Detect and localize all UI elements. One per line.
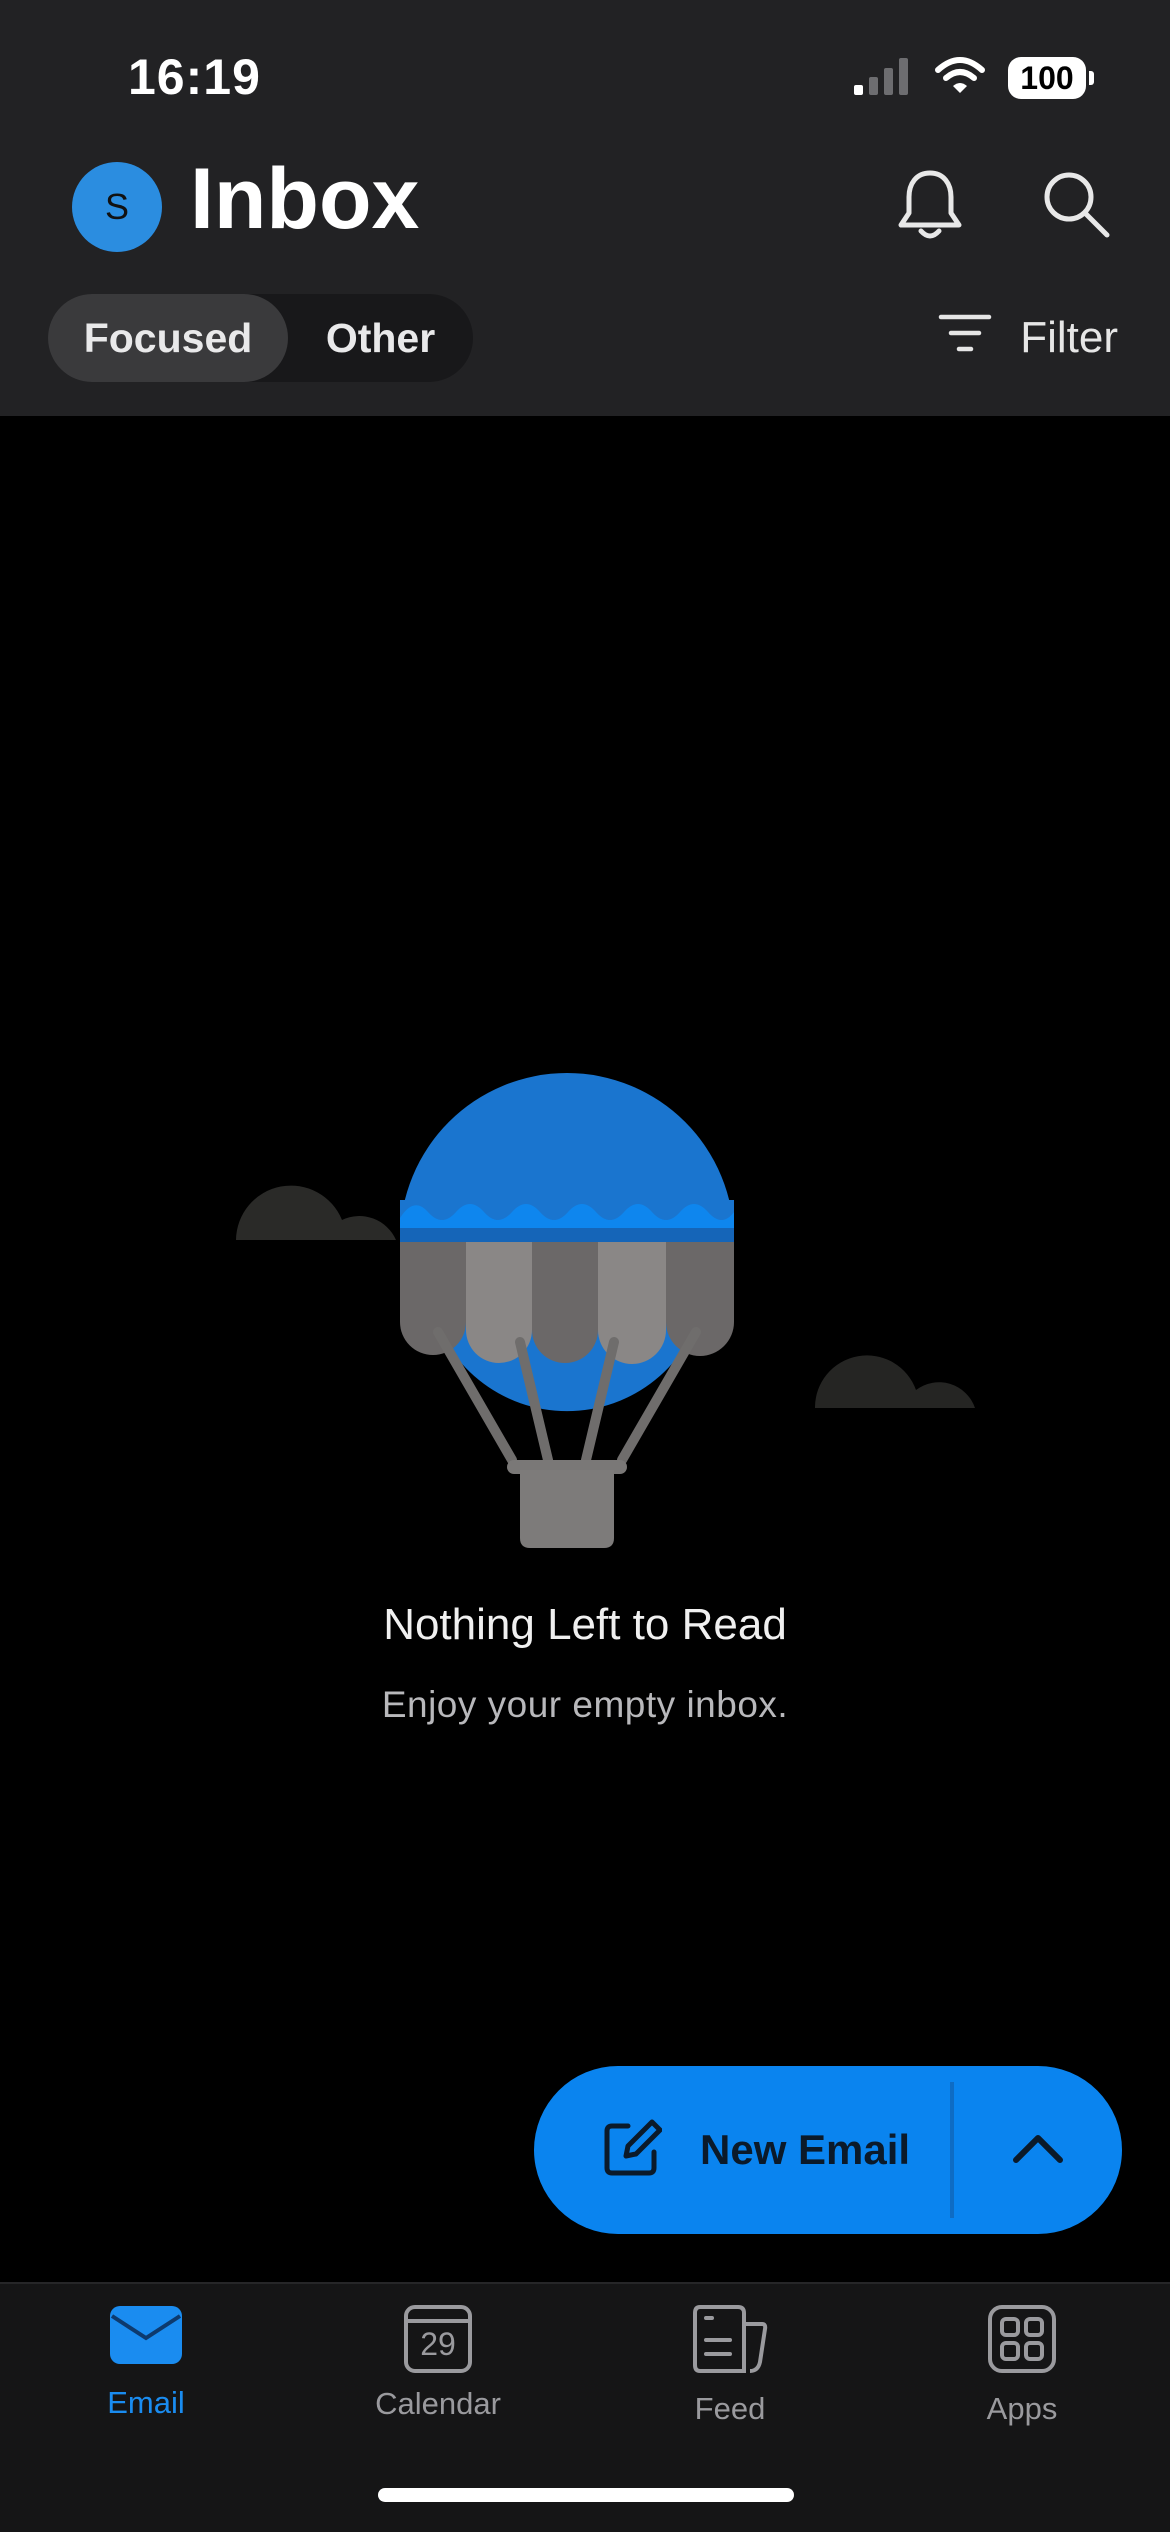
tab-apps-label: Apps <box>986 2391 1058 2426</box>
new-email-button[interactable]: New Email <box>534 2066 910 2234</box>
tab-focused[interactable]: Focused <box>48 294 288 382</box>
cloud-right-icon <box>814 1355 975 1408</box>
notifications-bell-icon[interactable] <box>890 164 970 244</box>
outlook-inbox-screen: 16:19 100 S Inbox Focused Other Filter N… <box>0 0 1170 2532</box>
calendar-date: 29 <box>420 2326 456 2362</box>
tab-feed-label: Feed <box>694 2391 766 2426</box>
avatar[interactable]: S <box>72 162 162 252</box>
header: 16:19 100 S Inbox Focused Other Filter <box>0 0 1170 416</box>
home-indicator[interactable] <box>378 2488 794 2502</box>
filter-button[interactable]: Filter <box>938 306 1118 370</box>
compose-icon <box>602 2118 663 2183</box>
empty-state-subtitle: Enjoy your empty inbox. <box>381 1684 789 1725</box>
tab-calendar[interactable]: 29 Calendar <box>338 2304 538 2422</box>
new-email-fab: New Email <box>534 2066 1122 2234</box>
inbox-segmented-control: Focused Other <box>48 294 473 382</box>
wifi-icon <box>934 56 986 101</box>
status-icons: 100 <box>852 50 1094 106</box>
tab-calendar-label: Calendar <box>375 2386 501 2421</box>
new-email-label: New Email <box>700 2126 911 2173</box>
tab-email[interactable]: Email <box>46 2304 246 2421</box>
search-icon[interactable] <box>1036 164 1116 244</box>
page-title: Inbox <box>190 151 420 247</box>
status-time: 16:19 <box>128 49 261 105</box>
fab-expand-button[interactable] <box>954 2066 1122 2234</box>
mail-icon <box>108 2304 184 2373</box>
cloud-left-icon <box>236 1185 396 1240</box>
tab-feed[interactable]: Feed <box>630 2304 830 2427</box>
calendar-icon: 29 <box>403 2304 473 2374</box>
filter-label: Filter <box>1020 313 1118 362</box>
tab-other[interactable]: Other <box>288 294 473 382</box>
apps-grid-icon <box>987 2304 1057 2379</box>
hot-air-balloon-illustration <box>236 1073 975 1548</box>
tab-apps[interactable]: Apps <box>922 2304 1122 2427</box>
chevron-up-icon <box>1011 2131 1065 2170</box>
tab-email-label: Email <box>107 2385 185 2420</box>
battery-icon: 100 <box>1008 57 1094 99</box>
cellular-signal-icon <box>852 55 912 102</box>
empty-state-title: Nothing Left to Read <box>383 1600 787 1649</box>
filter-icon <box>938 311 992 366</box>
feed-icon <box>692 2304 768 2379</box>
